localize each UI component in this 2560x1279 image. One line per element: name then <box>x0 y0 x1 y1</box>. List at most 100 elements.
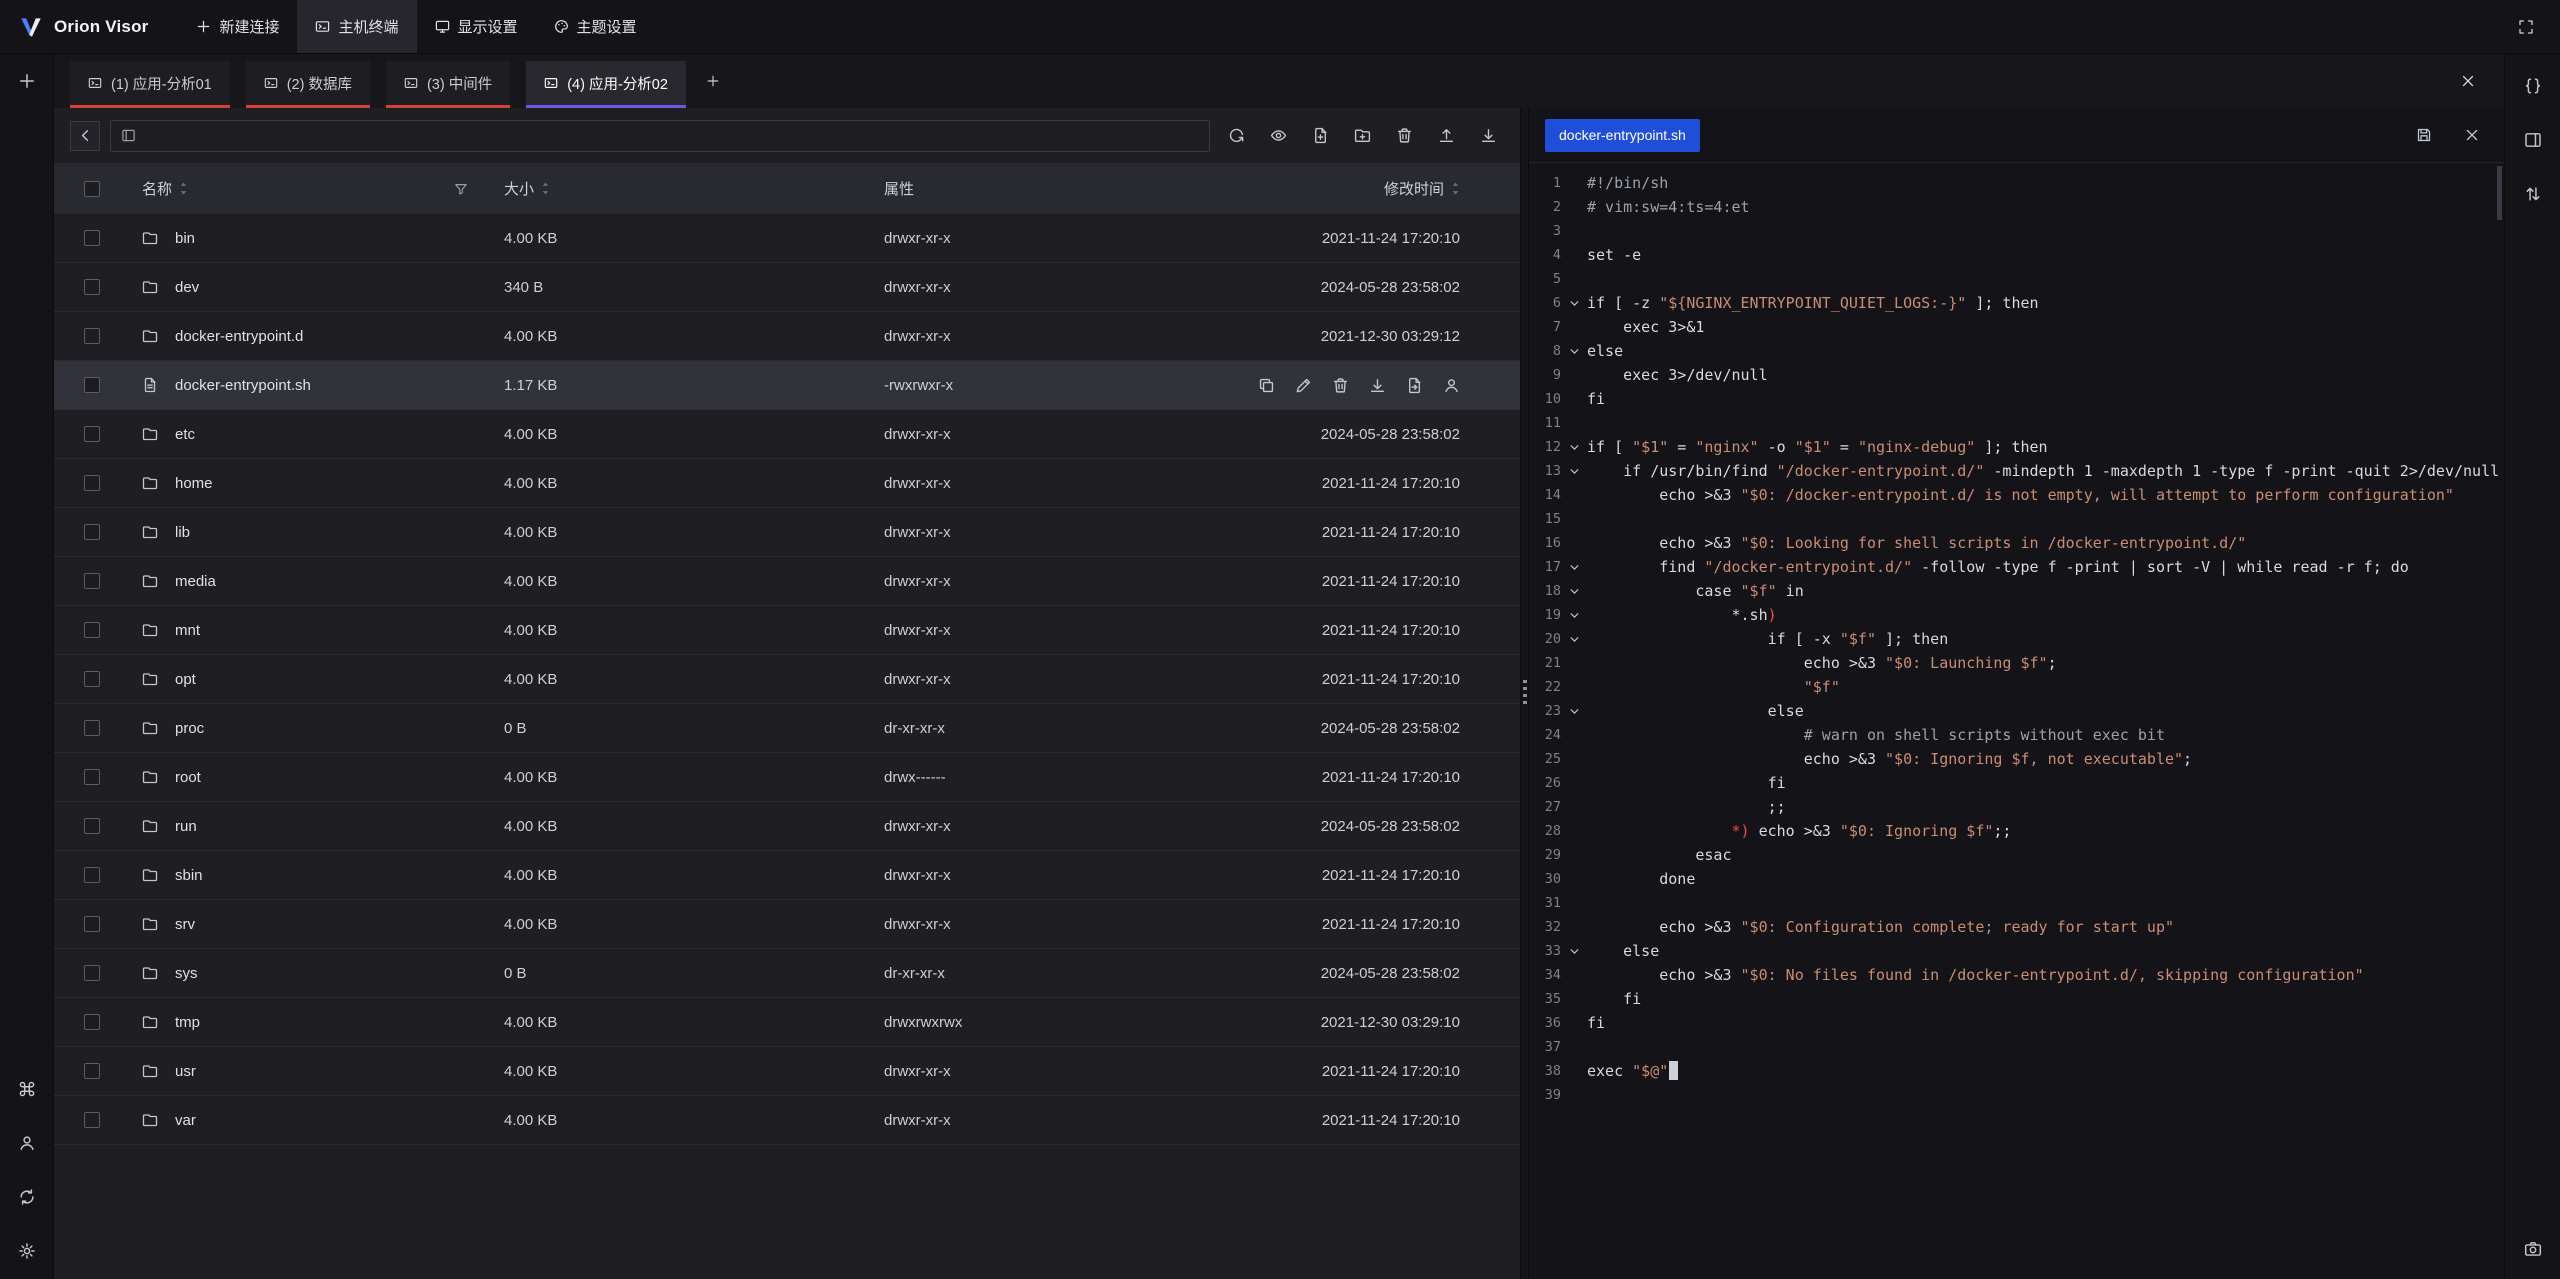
download-button[interactable] <box>1472 120 1504 152</box>
row-checkbox[interactable] <box>84 1063 100 1079</box>
add-button[interactable] <box>13 67 41 95</box>
file-row-docker-entrypoint.sh[interactable]: docker-entrypoint.sh1.17 KB-rwxrwxr-x <box>54 361 1520 410</box>
column-header-size[interactable]: 大小 <box>504 178 534 199</box>
new-file-button[interactable] <box>1304 120 1336 152</box>
code-line-11[interactable]: 11 <box>1529 411 2504 435</box>
code-line-8[interactable]: 8else <box>1529 339 2504 363</box>
editor-file-tab[interactable]: docker-entrypoint.sh <box>1545 119 1700 152</box>
code-line-33[interactable]: 33 else <box>1529 939 2504 963</box>
file-row-lib[interactable]: lib4.00 KBdrwxr-xr-x2021-11-24 17:20:10 <box>54 508 1520 557</box>
code-line-37[interactable]: 37 <box>1529 1035 2504 1059</box>
column-header-mtime[interactable]: 修改时间 <box>1384 178 1444 199</box>
file-name[interactable]: etc <box>175 426 195 443</box>
code-line-21[interactable]: 21 echo >&3 "$0: Launching $f"; <box>1529 651 2504 675</box>
screenshot-button[interactable] <box>2519 1235 2547 1263</box>
row-checkbox[interactable] <box>84 867 100 883</box>
code-line-17[interactable]: 17 find "/docker-entrypoint.d/" -follow … <box>1529 555 2504 579</box>
fold-chevron-icon[interactable] <box>1561 586 1587 597</box>
file-name[interactable]: run <box>175 818 197 835</box>
row-checkbox[interactable] <box>84 916 100 932</box>
new-folder-button[interactable] <box>1346 120 1378 152</box>
panel-layout-button[interactable] <box>2519 126 2547 154</box>
row-checkbox[interactable] <box>84 1112 100 1128</box>
tabbar-close-button[interactable] <box>2452 65 2484 97</box>
fold-chevron-icon[interactable] <box>1561 346 1587 357</box>
file-row-dev[interactable]: dev340 Bdrwxr-xr-x2024-05-28 23:58:02 <box>54 263 1520 312</box>
code-line-1[interactable]: 1#!/bin/sh <box>1529 171 2504 195</box>
code-line-26[interactable]: 26 fi <box>1529 771 2504 795</box>
editor-scrollbar-thumb[interactable] <box>2497 166 2502 220</box>
code-line-24[interactable]: 24 # warn on shell scripts without exec … <box>1529 723 2504 747</box>
file-name[interactable]: sbin <box>175 867 203 884</box>
fold-chevron-icon[interactable] <box>1561 298 1587 309</box>
file-name[interactable]: usr <box>175 1063 196 1080</box>
row-checkbox[interactable] <box>84 622 100 638</box>
file-row-home[interactable]: home4.00 KBdrwxr-xr-x2021-11-24 17:20:10 <box>54 459 1520 508</box>
code-line-3[interactable]: 3 <box>1529 219 2504 243</box>
file-row-etc[interactable]: etc4.00 KBdrwxr-xr-x2024-05-28 23:58:02 <box>54 410 1520 459</box>
brand[interactable]: Orion Visor <box>18 14 148 40</box>
sort-carets-icon[interactable] <box>541 181 550 196</box>
row-checkbox[interactable] <box>84 573 100 589</box>
settings-button[interactable] <box>13 1237 41 1265</box>
row-checkbox[interactable] <box>84 671 100 687</box>
variables-button[interactable] <box>2519 72 2547 100</box>
code-line-22[interactable]: 22 "$f" <box>1529 675 2504 699</box>
file-row-opt[interactable]: opt4.00 KBdrwxr-xr-x2021-11-24 17:20:10 <box>54 655 1520 704</box>
code-line-7[interactable]: 7 exec 3>&1 <box>1529 315 2504 339</box>
path-collection-icon[interactable] <box>121 128 136 143</box>
row-checkbox[interactable] <box>84 769 100 785</box>
code-line-9[interactable]: 9 exec 3>/dev/null <box>1529 363 2504 387</box>
sort-carets-icon[interactable] <box>179 181 188 196</box>
menu-item-new-connection[interactable]: 新建连接 <box>178 0 297 53</box>
file-row-sbin[interactable]: sbin4.00 KBdrwxr-xr-x2021-11-24 17:20:10 <box>54 851 1520 900</box>
code-line-36[interactable]: 36fi <box>1529 1011 2504 1035</box>
file-name[interactable]: var <box>175 1112 196 1129</box>
file-row-var[interactable]: var4.00 KBdrwxr-xr-x2021-11-24 17:20:10 <box>54 1096 1520 1145</box>
transfer-list-button[interactable] <box>2519 180 2547 208</box>
menu-item-theme-settings[interactable]: 主题设置 <box>536 0 655 53</box>
file-row-run[interactable]: run4.00 KBdrwxr-xr-x2024-05-28 23:58:02 <box>54 802 1520 851</box>
row-checkbox[interactable] <box>84 377 100 393</box>
file-name[interactable]: dev <box>175 279 199 296</box>
file-name[interactable]: media <box>175 573 216 590</box>
terminal-tab-1[interactable]: (1) 应用-分析01 <box>70 61 230 108</box>
file-row-bin[interactable]: bin4.00 KBdrwxr-xr-x2021-11-24 17:20:10 <box>54 214 1520 263</box>
file-name[interactable]: docker-entrypoint.d <box>175 328 303 345</box>
code-line-12[interactable]: 12if [ "$1" = "nginx" -o "$1" = "nginx-d… <box>1529 435 2504 459</box>
row-checkbox[interactable] <box>84 1014 100 1030</box>
back-button[interactable] <box>70 121 100 151</box>
file-name[interactable]: proc <box>175 720 204 737</box>
file-row-root[interactable]: root4.00 KBdrwx------2021-11-24 17:20:10 <box>54 753 1520 802</box>
fold-chevron-icon[interactable] <box>1561 946 1587 957</box>
code-line-13[interactable]: 13 if /usr/bin/find "/docker-entrypoint.… <box>1529 459 2504 483</box>
row-checkbox[interactable] <box>84 426 100 442</box>
path-input[interactable] <box>145 128 1199 144</box>
save-button[interactable] <box>2408 119 2440 151</box>
fold-chevron-icon[interactable] <box>1561 562 1587 573</box>
file-name[interactable]: docker-entrypoint.sh <box>175 377 311 394</box>
file-row-docker-entrypoint.d[interactable]: docker-entrypoint.d4.00 KBdrwxr-xr-x2021… <box>54 312 1520 361</box>
file-name[interactable]: lib <box>175 524 190 541</box>
code-line-27[interactable]: 27 ;; <box>1529 795 2504 819</box>
edit-icon[interactable] <box>1295 377 1312 394</box>
file-row-media[interactable]: media4.00 KBdrwxr-xr-x2021-11-24 17:20:1… <box>54 557 1520 606</box>
select-all-checkbox[interactable] <box>84 181 100 197</box>
code-line-32[interactable]: 32 echo >&3 "$0: Configuration complete;… <box>1529 915 2504 939</box>
code-line-39[interactable]: 39 <box>1529 1083 2504 1107</box>
fold-chevron-icon[interactable] <box>1561 706 1587 717</box>
filter-icon[interactable] <box>454 182 468 196</box>
terminal-tab-2[interactable]: (2) 数据库 <box>246 61 370 108</box>
download-icon[interactable] <box>1369 377 1386 394</box>
menu-item-host-terminal[interactable]: 主机终端 <box>297 0 416 53</box>
code-line-28[interactable]: 28 *) echo >&3 "$0: Ignoring $f";; <box>1529 819 2504 843</box>
code-line-15[interactable]: 15 <box>1529 507 2504 531</box>
delete-icon[interactable] <box>1332 377 1349 394</box>
fullscreen-button[interactable] <box>2510 11 2542 43</box>
row-checkbox[interactable] <box>84 279 100 295</box>
code-line-6[interactable]: 6if [ -z "${NGINX_ENTRYPOINT_QUIET_LOGS:… <box>1529 291 2504 315</box>
file-name[interactable]: root <box>175 769 201 786</box>
shortcut-keys-button[interactable] <box>13 1075 41 1103</box>
code-line-16[interactable]: 16 echo >&3 "$0: Looking for shell scrip… <box>1529 531 2504 555</box>
editor-close-button[interactable] <box>2456 119 2488 151</box>
